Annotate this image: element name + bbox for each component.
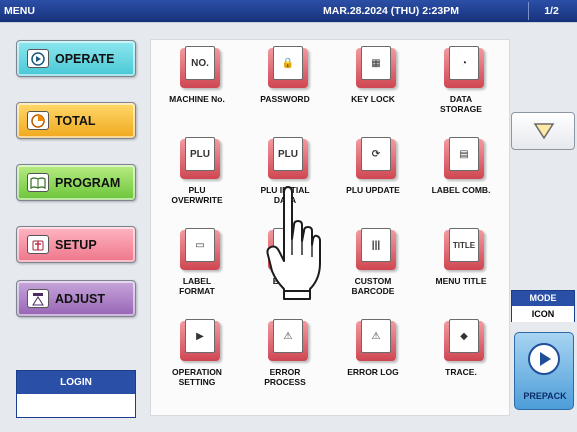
label-format-icon: ▭ [185, 228, 215, 262]
login-label: LOGIN [17, 371, 135, 394]
wrench-icon [27, 235, 49, 254]
label-comb-tile[interactable]: ▤ LABEL COMB. [417, 133, 505, 223]
login-value [17, 394, 135, 418]
label-format-label: LABEL FORMAT [179, 276, 215, 296]
custom-barcode-label: CUSTOM BARCODE [351, 276, 395, 296]
trace-label: TRACE. [445, 367, 477, 377]
triangle-down-icon [533, 123, 555, 140]
machine-number-tile[interactable]: NO. MACHINE No. [153, 42, 241, 132]
label-comb-icon: ▤ [449, 137, 479, 171]
lock-icon: 🔒 [273, 46, 303, 80]
datetime: MAR.28.2024 (THU) 2:23PM [323, 5, 459, 17]
plu-overwrite-tile[interactable]: PLU PLU OVERWRITE [153, 133, 241, 223]
error-process-label: ERROR PROCESS [264, 367, 306, 387]
operation-setting-label: OPERATION SETTING [172, 367, 222, 387]
prepack-button[interactable]: PREPACK [514, 332, 574, 410]
error-log-label: ERROR LOG [347, 367, 399, 377]
title-bar: MENU MAR.28.2024 (THU) 2:23PM 1/2 [0, 0, 577, 22]
key-lock-label: KEY LOCK [351, 94, 395, 104]
password-label: PASSWORD [260, 94, 310, 104]
play-icon [27, 49, 49, 68]
plu-initial-icon: PLU [273, 137, 303, 171]
adjust-button[interactable]: ADJUST [16, 280, 136, 317]
plu-overwrite-icon: PLU [185, 137, 215, 171]
label-format-tile[interactable]: ▭ LABEL FORMAT [153, 224, 241, 314]
prepack-label: PREPACK [523, 391, 567, 401]
key-lock-tile[interactable]: ▦ KEY LOCK [329, 42, 417, 132]
timer-icon [27, 111, 49, 130]
error-log-icon: ⚠ [361, 319, 391, 353]
machine-number-label: MACHINE No. [169, 94, 225, 104]
book-icon [27, 173, 49, 192]
play-circle-icon [528, 343, 560, 375]
mode-box[interactable]: MODE ICON [511, 290, 575, 322]
login-box[interactable]: LOGIN [16, 370, 136, 418]
plu-overwrite-label: PLU OVERWRITE [171, 185, 223, 205]
custom-barcode-tile[interactable]: ||| CUSTOM BARCODE [329, 224, 417, 314]
setup-label: SETUP [55, 238, 97, 252]
scale-icon [27, 289, 49, 308]
plu-update-tile[interactable]: ⟳ PLU UPDATE [329, 133, 417, 223]
mode-value: ICON [512, 306, 574, 322]
machine-number-icon: NO. [185, 46, 215, 80]
setup-button[interactable]: SETUP [16, 226, 136, 263]
trace-icon: ◆ [449, 319, 479, 353]
plu-update-icon: ⟳ [361, 137, 391, 171]
data-storage-label: DATA STORAGE [440, 94, 482, 114]
warning-icon: ⚠ [273, 319, 303, 353]
hand-cursor-icon [266, 186, 321, 300]
error-log-tile[interactable]: ⚠ ERROR LOG [329, 315, 417, 405]
operate-button[interactable]: OPERATE [16, 40, 136, 77]
plu-update-label: PLU UPDATE [346, 185, 400, 195]
total-label: TOTAL [55, 114, 96, 128]
password-tile[interactable]: 🔒 PASSWORD [241, 42, 329, 132]
menu-title-label: MENU TITLE [435, 276, 487, 286]
scroll-down-button[interactable] [511, 112, 575, 150]
adjust-label: ADJUST [55, 292, 106, 306]
total-button[interactable]: TOTAL [16, 102, 136, 139]
program-button[interactable]: PROGRAM [16, 164, 136, 201]
page-indicator: 1/2 [528, 2, 574, 20]
error-process-tile[interactable]: ⚠ ERROR PROCESS [241, 315, 329, 405]
key-grid-icon: ▦ [361, 46, 391, 80]
trace-tile[interactable]: ◆ TRACE. [417, 315, 505, 405]
menu-title-icon: TITLE [449, 228, 479, 262]
program-label: PROGRAM [55, 176, 121, 190]
operation-setting-tile[interactable]: ▶ OPERATION SETTING [153, 315, 241, 405]
menu-title: MENU [4, 5, 35, 17]
menu-title-tile[interactable]: TITLE MENU TITLE [417, 224, 505, 314]
mode-label: MODE [512, 291, 574, 306]
data-storage-icon: ◔ [449, 46, 479, 80]
label-comb-label: LABEL COMB. [431, 185, 491, 195]
custom-barcode-icon: ||| [361, 228, 391, 262]
data-storage-tile[interactable]: ◔ DATA STORAGE [417, 42, 505, 132]
operation-setting-icon: ▶ [185, 319, 215, 353]
menu-grid: NO. MACHINE No. 🔒 PASSWORD ▦ KEY LOCK ◔ … [150, 39, 510, 416]
operate-label: OPERATE [55, 52, 115, 66]
